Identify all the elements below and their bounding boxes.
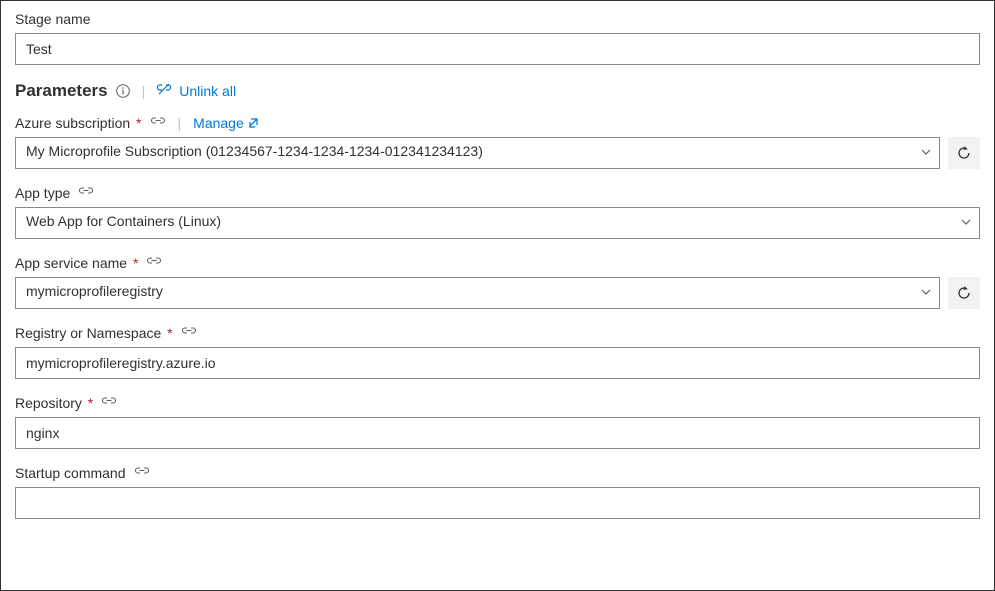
app-service-name-label-row: App service name *: [15, 255, 980, 271]
required-asterisk: *: [129, 255, 138, 271]
manage-label: Manage: [193, 115, 244, 131]
unlink-all-label: Unlink all: [179, 83, 236, 99]
required-asterisk: *: [163, 325, 172, 341]
repository-input[interactable]: [15, 417, 980, 449]
info-icon[interactable]: [116, 84, 130, 98]
manage-link[interactable]: Manage: [193, 115, 260, 131]
link-icon[interactable]: [134, 467, 150, 479]
app-service-name-row: mymicroprofileregistry: [15, 277, 980, 309]
parameters-header: Parameters | Unlink all: [15, 81, 980, 101]
registry-namespace-label-row: Registry or Namespace *: [15, 325, 980, 341]
stage-name-input[interactable]: [15, 33, 980, 65]
azure-subscription-label-row: Azure subscription * | Manage: [15, 115, 980, 131]
separator: |: [178, 115, 182, 131]
stage-name-label: Stage name: [15, 11, 980, 27]
link-icon[interactable]: [146, 257, 162, 269]
link-icon[interactable]: [101, 397, 117, 409]
required-asterisk: *: [84, 395, 93, 411]
unlink-all-link[interactable]: Unlink all: [157, 83, 236, 100]
azure-subscription-select-wrapper: My Microprofile Subscription (01234567-1…: [15, 137, 940, 169]
azure-subscription-select[interactable]: My Microprofile Subscription (01234567-1…: [15, 137, 940, 169]
app-type-field: App type Web App for Containers (Linux): [15, 185, 980, 239]
azure-subscription-row: My Microprofile Subscription (01234567-1…: [15, 137, 980, 169]
external-link-icon: [248, 117, 260, 129]
link-icon[interactable]: [181, 327, 197, 339]
refresh-app-service-button[interactable]: [948, 277, 980, 309]
repository-label: Repository *: [15, 395, 93, 411]
stage-name-field: Stage name: [15, 11, 980, 65]
app-service-name-field: App service name * mymicroprofileregistr…: [15, 255, 980, 309]
azure-subscription-label: Azure subscription *: [15, 115, 142, 131]
required-asterisk: *: [132, 115, 141, 131]
registry-namespace-field: Registry or Namespace *: [15, 325, 980, 379]
app-service-name-label: App service name *: [15, 255, 138, 271]
app-service-name-select-wrapper: mymicroprofileregistry: [15, 277, 940, 309]
azure-subscription-field: Azure subscription * | Manage My Micropr…: [15, 115, 980, 169]
startup-command-label: Startup command: [15, 465, 126, 481]
repository-field: Repository *: [15, 395, 980, 449]
separator: |: [142, 83, 146, 99]
app-type-select[interactable]: Web App for Containers (Linux): [15, 207, 980, 239]
registry-namespace-label: Registry or Namespace *: [15, 325, 173, 341]
app-type-label-row: App type: [15, 185, 980, 201]
refresh-subscription-button[interactable]: [948, 137, 980, 169]
registry-namespace-input[interactable]: [15, 347, 980, 379]
link-icon[interactable]: [150, 117, 166, 129]
app-service-name-select[interactable]: mymicroprofileregistry: [15, 277, 940, 309]
repository-label-row: Repository *: [15, 395, 980, 411]
link-icon[interactable]: [78, 187, 94, 199]
startup-command-label-row: Startup command: [15, 465, 980, 481]
unlink-icon: [157, 83, 173, 100]
app-type-select-wrapper: Web App for Containers (Linux): [15, 207, 980, 239]
startup-command-input[interactable]: [15, 487, 980, 519]
app-type-label: App type: [15, 185, 70, 201]
startup-command-field: Startup command: [15, 465, 980, 519]
parameters-title: Parameters: [15, 81, 108, 101]
